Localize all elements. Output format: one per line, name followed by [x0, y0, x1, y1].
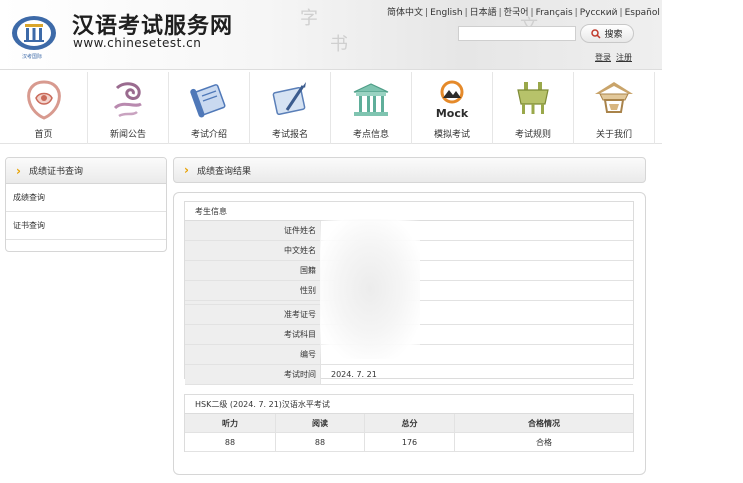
column-header-pass-status: 合格情况 [528, 419, 560, 428]
nav-label-registration: 考试报名 [271, 130, 308, 140]
sidebar: › 成绩证书查询 成绩查询 证书查询 [5, 157, 167, 252]
chevron-right-icon: › [16, 163, 21, 178]
redaction-blur [320, 219, 420, 359]
language-switcher: 简体中文 | English | 日本語 | 한국어 | Français | Русский | Es… [387, 8, 660, 18]
score-table: HSK二级 (2024. 7. 21)汉语水平考试 听力 阅读 总分 合格情况 … [184, 394, 634, 452]
nav-item-about-us[interactable]: 关于我们 [574, 72, 655, 144]
search-icon [591, 28, 602, 39]
sidebar-title: 成绩证书查询 [28, 167, 83, 177]
info-label: 考试科目 [185, 325, 321, 344]
info-label: 编号 [185, 345, 321, 364]
nav-label-home: 首页 [34, 130, 53, 140]
building-icon [353, 83, 389, 116]
nav-label-test-centers: 考点信息 [352, 130, 389, 140]
column-header-listening: 听力 [185, 414, 276, 432]
sidebar-item-score-query[interactable]: 成绩查询 [6, 184, 166, 212]
info-value: 2024. 7. 21 [331, 370, 377, 379]
nav-label-exam-intro: 考试介绍 [190, 130, 227, 140]
logo-caption: 汉考国际 [22, 54, 43, 60]
score-row: 88 88 176 合格 [185, 433, 633, 452]
lang-link-ja[interactable]: 日本語 [470, 8, 497, 18]
nav-item-registration[interactable]: 考试报名 [250, 72, 331, 144]
login-link[interactable]: 登录 [595, 53, 611, 62]
nav-label-news: 新闻公告 [109, 130, 146, 140]
listening-score: 88 [185, 433, 276, 451]
mock-icon: Mock [436, 80, 469, 120]
score-table-title: HSK二级 (2024. 7. 21)汉语水平考试 [185, 395, 633, 414]
info-label: 证件姓名 [185, 221, 321, 240]
nav-label-mock-exam: 模拟考试 [433, 130, 470, 140]
site-header: 字 书 文 汉考国际 汉语考试服务网 www.chinesetest.cn 简体… [0, 0, 662, 70]
nav-label-about-us: 关于我们 [595, 130, 632, 140]
nav-label-exam-rules: 考试规则 [514, 130, 551, 140]
search-button[interactable]: 搜索 [580, 24, 634, 43]
score-header-row: 听力 阅读 总分 合格情况 [185, 414, 633, 433]
pavilion-icon [595, 82, 633, 113]
reading-score: 88 [276, 433, 365, 451]
total-score: 176 [365, 433, 455, 451]
lang-link-ko[interactable]: 한국어 [504, 8, 529, 18]
search-button-label: 搜索 [604, 30, 623, 40]
registration-icon [272, 82, 306, 116]
info-label: 准考证号 [185, 305, 321, 324]
lang-link-en[interactable]: English [430, 8, 463, 18]
nav-item-test-centers[interactable]: 考点信息 [331, 72, 412, 144]
account-links: 登录 注册 [595, 52, 637, 63]
site-url: www.chinesetest.cn [73, 36, 202, 50]
sidebar-header: › 成绩证书查询 [6, 158, 166, 184]
sidebar-item-certificate-query[interactable]: 证书查询 [6, 212, 166, 240]
info-label: 性别 [185, 281, 321, 300]
lang-link-es[interactable]: Español [625, 8, 660, 18]
lang-link-fr[interactable]: Français [536, 8, 573, 18]
register-link[interactable]: 注册 [616, 53, 632, 62]
nav-item-exam-intro[interactable]: 考试介绍 [169, 72, 250, 144]
info-label: 考试时间 [185, 365, 321, 384]
mock-icon-text: Mock [436, 107, 469, 120]
main-nav: 首页 新闻公告 考试介绍 考试报名 考点信息 Mock 模拟考试 考试规则 关于… [0, 72, 662, 144]
calligraphy-decoration: 书 [330, 34, 348, 55]
pass-status: 合格 [536, 438, 552, 447]
info-label: 中文姓名 [185, 241, 321, 260]
home-icon [26, 80, 61, 120]
info-label: 国籍 [185, 261, 321, 280]
hanban-logo-icon[interactable] [10, 14, 58, 52]
lang-link-zh[interactable]: 简体中文 [387, 8, 423, 18]
nav-item-news[interactable]: 新闻公告 [88, 72, 169, 144]
nav-item-exam-rules[interactable]: 考试规则 [493, 72, 574, 144]
column-header-total: 总分 [365, 414, 455, 432]
lang-link-ru[interactable]: Русский [580, 8, 618, 18]
ding-icon [517, 82, 549, 114]
info-row-exam-date: 考试时间 2024. 7. 21 [185, 365, 633, 385]
nav-item-home[interactable]: 首页 [0, 72, 88, 144]
scroll-icon [190, 84, 226, 118]
news-icon [113, 82, 142, 118]
nav-item-mock-exam[interactable]: Mock 模拟考试 [412, 72, 493, 144]
page-title: 成绩查询结果 [196, 166, 251, 177]
search-input[interactable] [458, 26, 576, 41]
chevron-right-icon: › [184, 163, 189, 177]
calligraphy-decoration: 字 [300, 8, 318, 29]
main-header: › 成绩查询结果 [173, 157, 646, 183]
column-header-reading: 阅读 [276, 414, 365, 432]
